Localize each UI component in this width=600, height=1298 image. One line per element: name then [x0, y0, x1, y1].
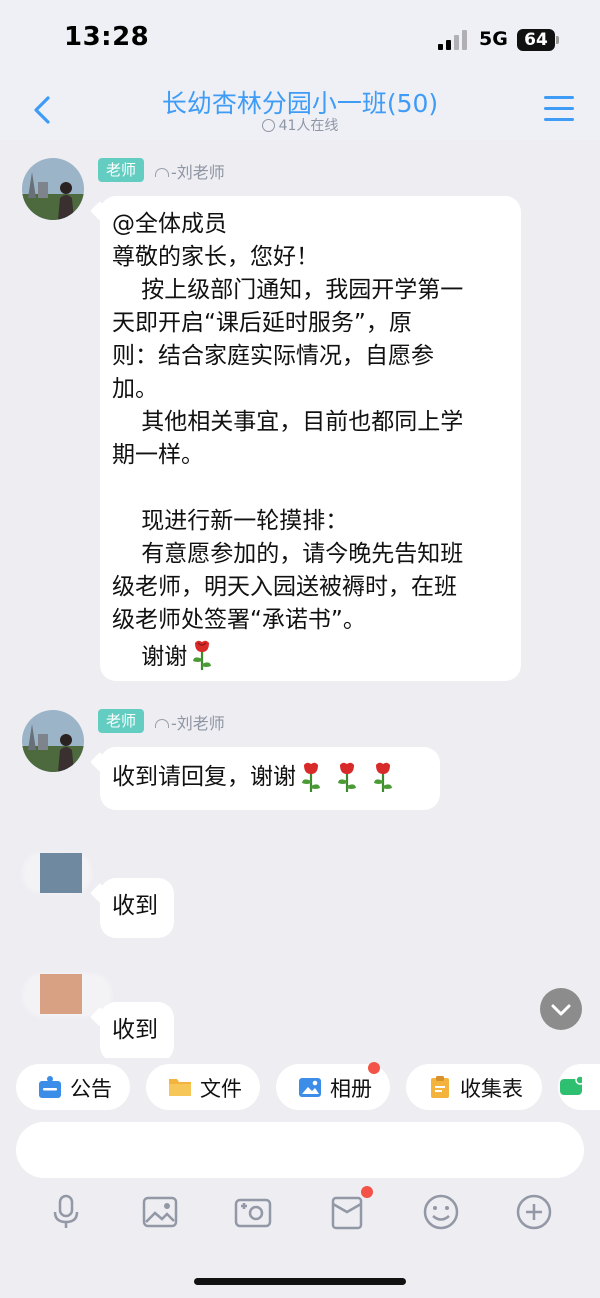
plus-icon: [516, 1194, 552, 1230]
message-bubble[interactable]: @全体成员 尊敬的家长，您好！ 按上级部门通知，我园开学第一 天即开启“课后延时…: [90, 196, 521, 681]
message-line: 尊敬的家长，您好！: [112, 244, 319, 270]
rose-icon: [302, 762, 320, 792]
message-bubble[interactable]: 收到: [90, 878, 174, 938]
more-button[interactable]: [512, 1190, 556, 1234]
message-line: 级老师，明天入园送被褥时，在班: [112, 574, 457, 600]
message-line: 其他相关事宜，目前也都同上学: [112, 409, 464, 435]
image-icon: [142, 1196, 178, 1228]
message-line: 有意愿参加的，请今晚先告知班: [112, 541, 464, 567]
status-bar: 13:28 5G 64: [0, 0, 600, 80]
folder-icon: [169, 1079, 191, 1096]
chip-label: 公告: [70, 1077, 112, 1101]
camera-button[interactable]: [231, 1190, 275, 1234]
camera-icon: [234, 1198, 272, 1228]
chat-bubble-icon: [560, 1076, 582, 1095]
message-line: @全体成员: [112, 211, 227, 237]
quick-actions-bar: 公告 文件 相册 收集表: [0, 1058, 600, 1120]
album-button[interactable]: 相册: [276, 1062, 390, 1110]
emoji-icon: [423, 1194, 459, 1230]
clipboard-icon: [431, 1076, 449, 1098]
message-line-with-rose: 谢谢: [112, 637, 509, 674]
sender-name-text: -刘老师: [171, 714, 225, 733]
avatar[interactable]: [22, 710, 84, 772]
input-toolbar: [0, 1186, 600, 1238]
photo-album-icon: [299, 1078, 321, 1097]
sender-name-text: -刘老师: [171, 163, 225, 182]
chip-label: 相册: [330, 1077, 372, 1101]
sender-name: -刘老师: [155, 159, 225, 183]
collection-form-button[interactable]: 收集表: [406, 1064, 542, 1110]
chip-label: 文件: [200, 1077, 242, 1101]
message-line: [112, 472, 509, 505]
teacher-avatar-image: [22, 710, 84, 772]
level-icon: [155, 719, 169, 728]
rose-icon: [374, 762, 392, 792]
battery-icon: 64: [517, 29, 555, 51]
rose-icon: [338, 762, 356, 792]
message-line: 谢谢: [112, 644, 188, 670]
announcement-button[interactable]: 公告: [16, 1064, 130, 1110]
message-line: 则：结合家庭实际情况，自愿参: [112, 343, 434, 369]
message-line: 期一样。: [112, 442, 204, 468]
home-indicator: [194, 1278, 406, 1285]
online-count-label: 41人在线: [278, 118, 339, 134]
message-bubble[interactable]: 收到请回复，谢谢: [90, 747, 440, 810]
voice-button[interactable]: [44, 1190, 88, 1234]
emoji-button[interactable]: [419, 1190, 463, 1234]
message-line: 加。: [112, 376, 158, 402]
chevron-down-icon: [551, 1004, 571, 1016]
avatar[interactable]: [22, 158, 84, 220]
rose-icon: [193, 640, 212, 670]
more-chip-button[interactable]: [558, 1064, 600, 1110]
role-badge: 老师: [98, 709, 145, 733]
network-type: 5G: [479, 28, 508, 50]
notification-dot: [368, 1062, 380, 1074]
menu-button[interactable]: [544, 94, 576, 124]
sender-name: -刘老师: [155, 710, 225, 734]
scroll-to-bottom-button[interactable]: [540, 988, 582, 1030]
microphone-icon: [53, 1194, 79, 1228]
message-text: 收到请回复，谢谢: [112, 764, 296, 790]
message-line: 按上级部门通知，我园开学第一: [112, 277, 464, 303]
avatar[interactable]: [40, 974, 82, 1014]
avatar[interactable]: [40, 853, 82, 893]
bubble-tail: [90, 883, 110, 903]
bubble-tail: [90, 201, 110, 221]
notification-dot: [361, 1186, 373, 1198]
image-button[interactable]: [138, 1190, 182, 1234]
message-list[interactable]: 老师 -刘老师 @全体成员 尊敬的家长，您好！ 按上级部门通知，我园开学第一 天…: [0, 140, 600, 1058]
message-bubble[interactable]: 收到: [90, 1002, 174, 1058]
online-count: 41人在线: [0, 115, 600, 135]
announcement-icon: [39, 1076, 61, 1098]
battery-tip: [556, 36, 559, 44]
chip-label: 收集表: [460, 1077, 523, 1101]
message-line-with-roses: 收到请回复，谢谢: [112, 759, 428, 796]
cellular-signal-icon: [438, 30, 468, 50]
bubble-tail: [90, 752, 110, 772]
message-line: 现进行新一轮摸排：: [112, 508, 349, 534]
teacher-avatar-image: [22, 158, 84, 220]
red-packet-button[interactable]: [325, 1186, 373, 1234]
message-text: 收到: [112, 1017, 158, 1043]
message-input[interactable]: [16, 1122, 584, 1178]
message-line: 天即开启“课后延时服务”，原: [112, 310, 412, 336]
level-icon: [155, 168, 169, 177]
role-badge: 老师: [98, 158, 145, 182]
message-line: 级老师处签署“承诺书”。: [112, 607, 366, 633]
online-status-icon: [261, 119, 275, 132]
battery-level: 64: [524, 30, 548, 50]
file-button[interactable]: 文件: [146, 1064, 260, 1110]
status-time: 13:28: [64, 22, 150, 52]
chat-header: 长幼杏林分园小一班(50) 41人在线: [0, 80, 600, 140]
message-text: 收到: [112, 893, 158, 919]
